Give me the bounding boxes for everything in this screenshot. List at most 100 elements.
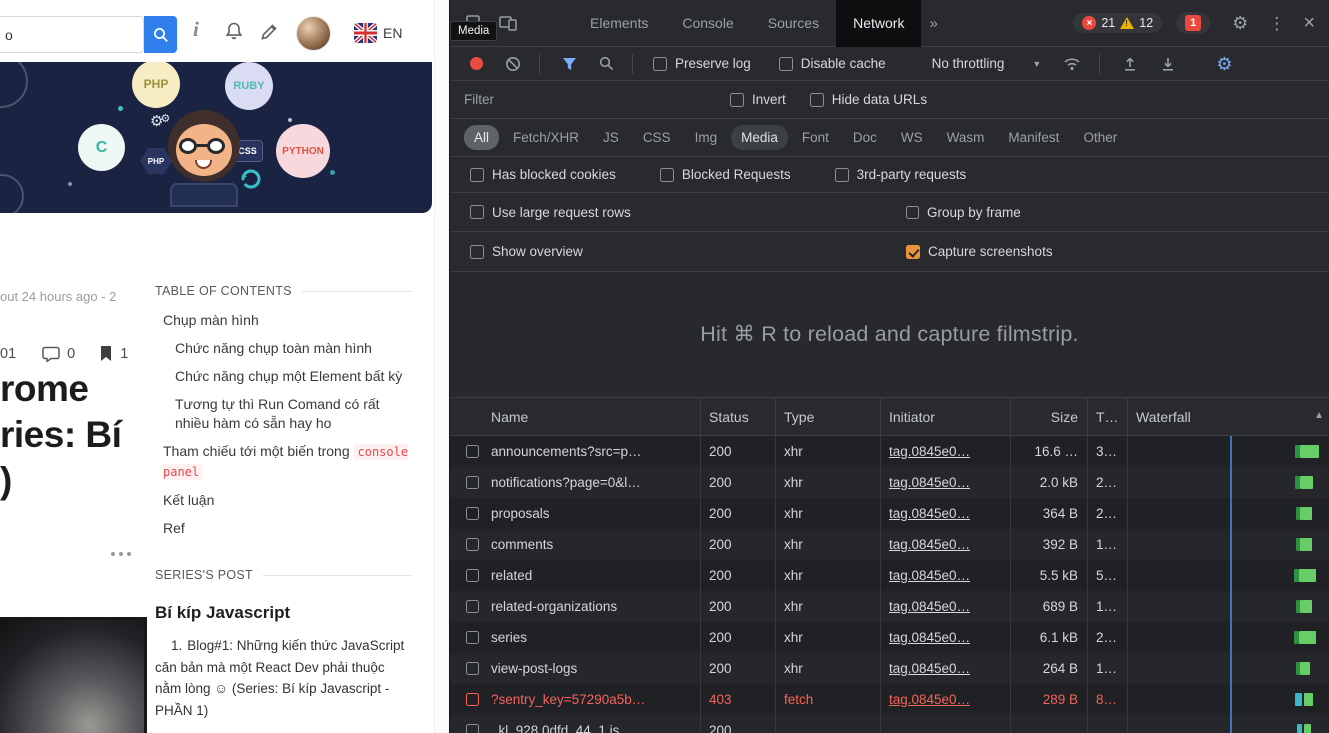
toc-link[interactable]: Tương tự thì Run Comand có rất nhiều hàm… xyxy=(175,395,412,433)
tab-network[interactable]: Network xyxy=(836,0,921,47)
group-by-frame-checkbox[interactable] xyxy=(906,206,919,219)
bookmark-icon[interactable] xyxy=(99,345,113,362)
series-post-link[interactable]: 1.Blog#1: Những kiến thức JavaScript căn… xyxy=(155,635,412,721)
series-title-link[interactable]: Bí kíp Javascript xyxy=(155,603,412,623)
third-party-requests-checkbox[interactable] xyxy=(835,168,849,182)
row-checkbox[interactable] xyxy=(466,693,479,706)
table-row[interactable]: ..kl..928.0dfd..44..1.js 200 xyxy=(450,715,1329,733)
table-row[interactable]: notifications?page=0&l… 200 xhr tag.0845… xyxy=(450,467,1329,498)
toc-link[interactable]: Chức năng chụp một Element bất kỳ xyxy=(175,367,412,386)
page-scrollbar[interactable] xyxy=(434,0,449,733)
column-header-time[interactable]: T… xyxy=(1088,398,1128,435)
row-checkbox[interactable] xyxy=(466,631,479,644)
filter-chip-ws[interactable]: WS xyxy=(891,125,933,150)
column-header-size[interactable]: Size xyxy=(1011,398,1088,435)
table-row[interactable]: announcements?src=p… 200 xhr tag.0845e0…… xyxy=(450,436,1329,467)
initiator-link[interactable]: tag.0845e0… xyxy=(889,599,970,614)
column-header-name[interactable]: Name xyxy=(450,398,701,435)
search-button[interactable] xyxy=(144,16,177,53)
language-label[interactable]: EN xyxy=(383,25,402,41)
tab-elements[interactable]: Elements xyxy=(573,0,665,47)
show-overview-checkbox[interactable] xyxy=(470,245,484,259)
toc-link[interactable]: Kết luận xyxy=(163,491,412,510)
row-checkbox[interactable] xyxy=(466,445,479,458)
notifications-bell-icon[interactable] xyxy=(224,21,244,46)
table-row[interactable]: comments 200 xhr tag.0845e0… 392 B 1… xyxy=(450,529,1329,560)
filter-chip-media[interactable]: Media xyxy=(731,125,788,150)
record-network-log-button[interactable] xyxy=(470,57,483,70)
issues-badge[interactable]: 1 xyxy=(1176,12,1210,34)
initiator-link[interactable]: tag.0845e0… xyxy=(889,475,970,490)
initiator-link[interactable]: tag.0845e0… xyxy=(889,506,970,521)
initiator-link[interactable]: tag.0845e0… xyxy=(889,568,970,583)
row-checkbox[interactable] xyxy=(466,662,479,675)
row-checkbox[interactable] xyxy=(466,724,479,733)
hide-data-urls-checkbox[interactable] xyxy=(810,93,824,107)
table-row[interactable]: related-organizations 200 xhr tag.0845e0… xyxy=(450,591,1329,622)
filter-chip-css[interactable]: CSS xyxy=(633,125,681,150)
filter-toggle-icon[interactable] xyxy=(562,57,577,71)
device-toolbar-icon[interactable] xyxy=(499,15,517,31)
filter-chip-js[interactable]: JS xyxy=(593,125,629,150)
console-errors-warnings-badge[interactable]: × 21 ! 12 xyxy=(1073,13,1162,33)
preserve-log-checkbox[interactable] xyxy=(653,57,667,71)
network-conditions-icon[interactable] xyxy=(1063,56,1081,71)
filter-input[interactable] xyxy=(464,92,702,107)
filter-chip-manifest[interactable]: Manifest xyxy=(998,125,1069,150)
user-avatar[interactable] xyxy=(296,16,331,51)
initiator-link[interactable]: tag.0845e0… xyxy=(889,630,970,645)
toc-link[interactable]: Ref xyxy=(163,519,412,538)
filter-chip-wasm[interactable]: Wasm xyxy=(937,125,995,150)
table-row[interactable]: related 200 xhr tag.0845e0… 5.5 kB 5… xyxy=(450,560,1329,591)
info-icon[interactable]: i xyxy=(193,17,199,42)
clear-network-log-icon[interactable] xyxy=(505,56,521,72)
filter-chip-other[interactable]: Other xyxy=(1073,125,1127,150)
throttling-select[interactable]: No throttling ▼ xyxy=(932,56,1042,71)
disable-cache-checkbox[interactable] xyxy=(779,57,793,71)
tab-sources[interactable]: Sources xyxy=(751,0,836,47)
toc-link[interactable]: Chụp màn hình xyxy=(163,311,412,330)
row-checkbox[interactable] xyxy=(466,476,479,489)
more-tabs-icon[interactable]: » xyxy=(921,15,945,32)
filter-chip-img[interactable]: Img xyxy=(685,125,728,150)
use-large-request-rows-checkbox[interactable] xyxy=(470,205,484,219)
table-row[interactable]: proposals 200 xhr tag.0845e0… 364 B 2… xyxy=(450,498,1329,529)
filter-chip-all[interactable]: All xyxy=(464,125,499,150)
import-har-icon[interactable] xyxy=(1122,56,1138,72)
initiator-link[interactable]: tag.0845e0… xyxy=(889,444,970,459)
toc-link[interactable]: Chức năng chụp toàn màn hình xyxy=(175,339,412,358)
language-flag-icon[interactable] xyxy=(354,23,377,43)
devtools-menu-icon[interactable]: ⋮ xyxy=(1268,15,1285,32)
initiator-link[interactable]: tag.0845e0… xyxy=(889,537,970,552)
export-har-icon[interactable] xyxy=(1160,56,1176,72)
close-devtools-icon[interactable]: × xyxy=(1303,13,1315,33)
row-checkbox[interactable] xyxy=(466,538,479,551)
filter-chip-doc[interactable]: Doc xyxy=(843,125,887,150)
row-checkbox[interactable] xyxy=(466,507,479,520)
write-pencil-icon[interactable] xyxy=(260,23,278,46)
column-header-type[interactable]: Type xyxy=(776,398,881,435)
initiator-link[interactable]: tag.0845e0… xyxy=(889,661,970,676)
comment-icon[interactable] xyxy=(42,346,60,362)
initiator-link[interactable]: tag.0845e0… xyxy=(889,692,970,707)
invert-filter-checkbox[interactable] xyxy=(730,93,744,107)
table-row[interactable]: series 200 xhr tag.0845e0… 6.1 kB 2… xyxy=(450,622,1329,653)
column-header-waterfall[interactable]: Waterfall ▲ xyxy=(1128,398,1329,435)
row-checkbox[interactable] xyxy=(466,569,479,582)
capture-screenshots-checkbox[interactable] xyxy=(906,245,920,259)
network-settings-gear-icon[interactable]: ⚙ xyxy=(1216,55,1232,73)
search-input[interactable] xyxy=(0,27,143,43)
table-row[interactable]: view-post-logs 200 xhr tag.0845e0… 264 B… xyxy=(450,653,1329,684)
devtools-settings-icon[interactable]: ⚙ xyxy=(1232,14,1248,32)
tab-console[interactable]: Console xyxy=(665,0,750,47)
toc-link[interactable]: Tham chiếu tới một biến trong console pa… xyxy=(163,442,412,482)
search-network-icon[interactable] xyxy=(599,56,614,71)
blocked-requests-checkbox[interactable] xyxy=(660,168,674,182)
row-checkbox[interactable] xyxy=(466,600,479,613)
filter-chip-fetch-xhr[interactable]: Fetch/XHR xyxy=(503,125,589,150)
table-row-error[interactable]: ?sentry_key=57290a5b… 403 fetch tag.0845… xyxy=(450,684,1329,715)
has-blocked-cookies-checkbox[interactable] xyxy=(470,168,484,182)
more-options-icon[interactable] xyxy=(111,552,131,556)
column-header-status[interactable]: Status xyxy=(701,398,776,435)
filter-chip-font[interactable]: Font xyxy=(792,125,839,150)
